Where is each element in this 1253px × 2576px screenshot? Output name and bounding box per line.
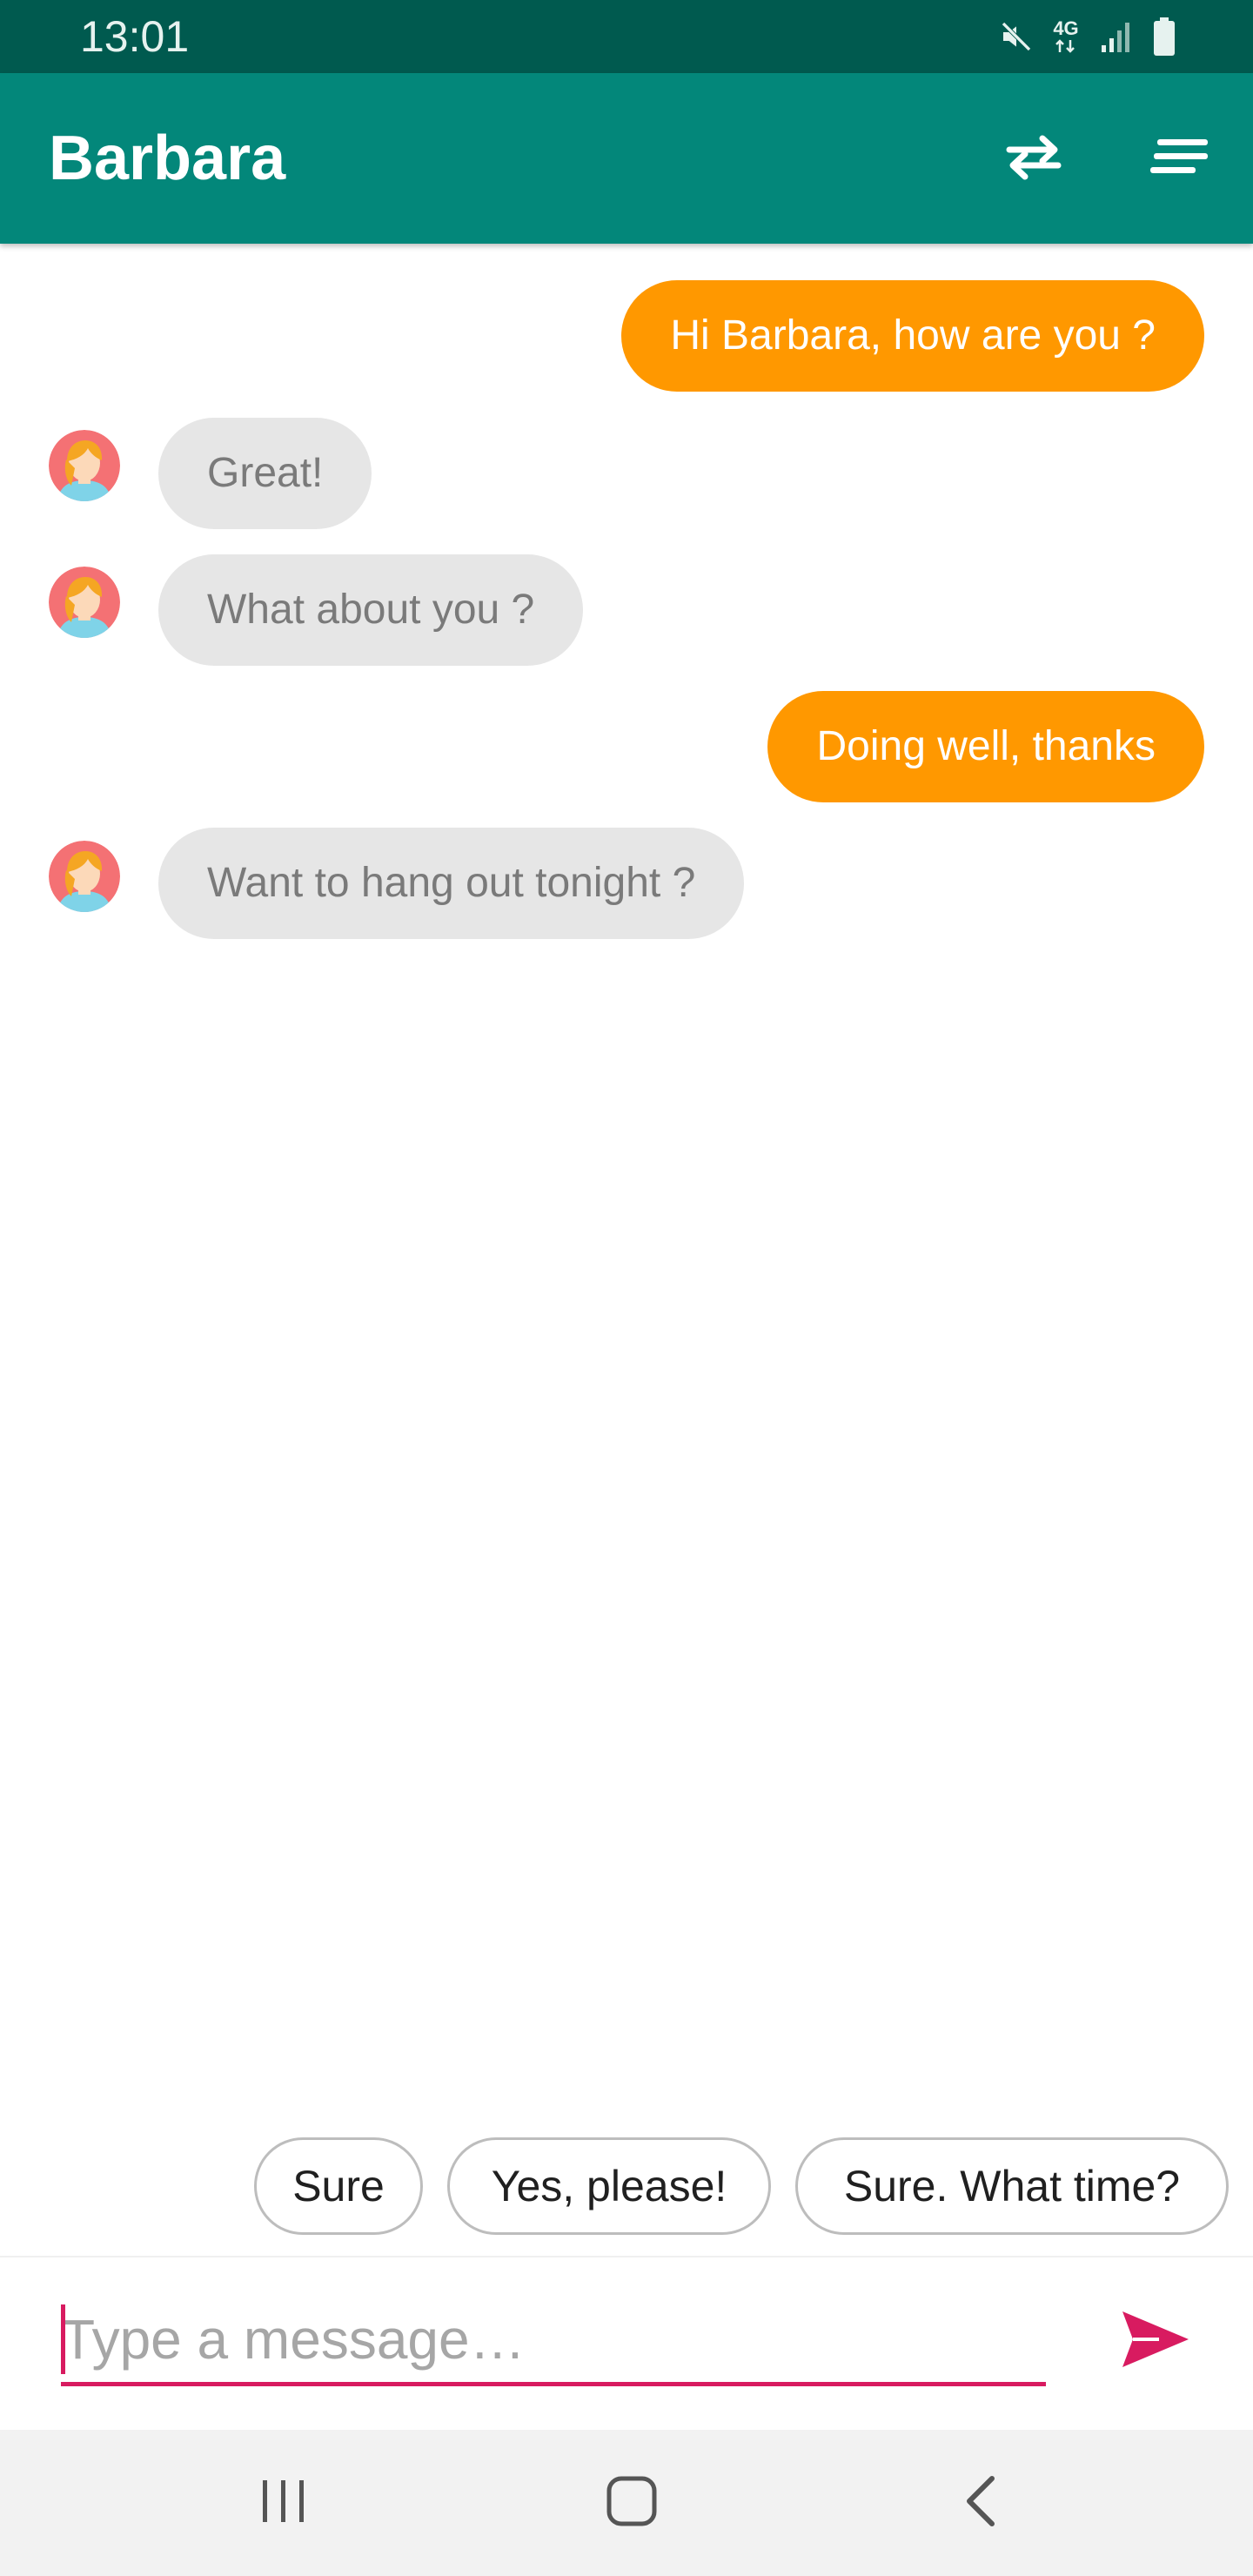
contact-avatar: [49, 567, 120, 638]
send-button[interactable]: [1107, 2296, 1204, 2386]
outgoing-message-bubble: Doing well, thanks: [767, 691, 1204, 802]
network-label: 4G: [1053, 17, 1079, 39]
menu-button[interactable]: [1142, 120, 1218, 197]
message-composer: [0, 2256, 1253, 2430]
mute-icon: [999, 19, 1034, 54]
back-button[interactable]: [938, 2465, 1025, 2541]
outgoing-message-bubble: Hi Barbara, how are you ?: [621, 280, 1204, 392]
menu-icon: [1150, 138, 1209, 180]
incoming-message-bubble: What about you ?: [158, 554, 584, 666]
message-input[interactable]: [61, 2296, 1046, 2386]
signal-icon: [1098, 19, 1133, 54]
recent-apps-icon: [259, 2477, 308, 2530]
message-list[interactable]: Hi Barbara, how are you ? Great! What ab…: [0, 244, 1253, 2132]
incoming-message-bubble: Great!: [158, 418, 372, 529]
recent-apps-button[interactable]: [240, 2465, 327, 2541]
contact-avatar: [49, 841, 120, 912]
home-icon: [604, 2473, 660, 2533]
smart-reply-chip[interactable]: Sure: [254, 2137, 423, 2235]
system-nav-bar: [0, 2430, 1253, 2576]
home-button[interactable]: [588, 2465, 675, 2541]
status-time: 13:01: [80, 12, 190, 61]
swap-button[interactable]: [995, 120, 1072, 197]
smart-reply-chip[interactable]: Yes, please!: [447, 2137, 771, 2235]
incoming-message-bubble: Want to hang out tonight ?: [158, 828, 745, 939]
text-cursor: [61, 2304, 65, 2374]
battery-icon: [1152, 17, 1176, 56]
contact-name-title: Barbara: [49, 124, 286, 193]
smart-reply-chip[interactable]: Sure. What time?: [795, 2137, 1229, 2235]
status-icons: 4G: [999, 14, 1176, 59]
back-icon: [961, 2473, 1002, 2533]
contact-avatar: [49, 430, 120, 501]
network-4g-icon: 4G: [1053, 19, 1079, 54]
swap-icon: [1004, 132, 1063, 185]
app-bar: Barbara: [0, 73, 1253, 244]
send-icon: [1121, 2310, 1190, 2373]
status-bar: 13:01 4G: [0, 0, 1253, 73]
